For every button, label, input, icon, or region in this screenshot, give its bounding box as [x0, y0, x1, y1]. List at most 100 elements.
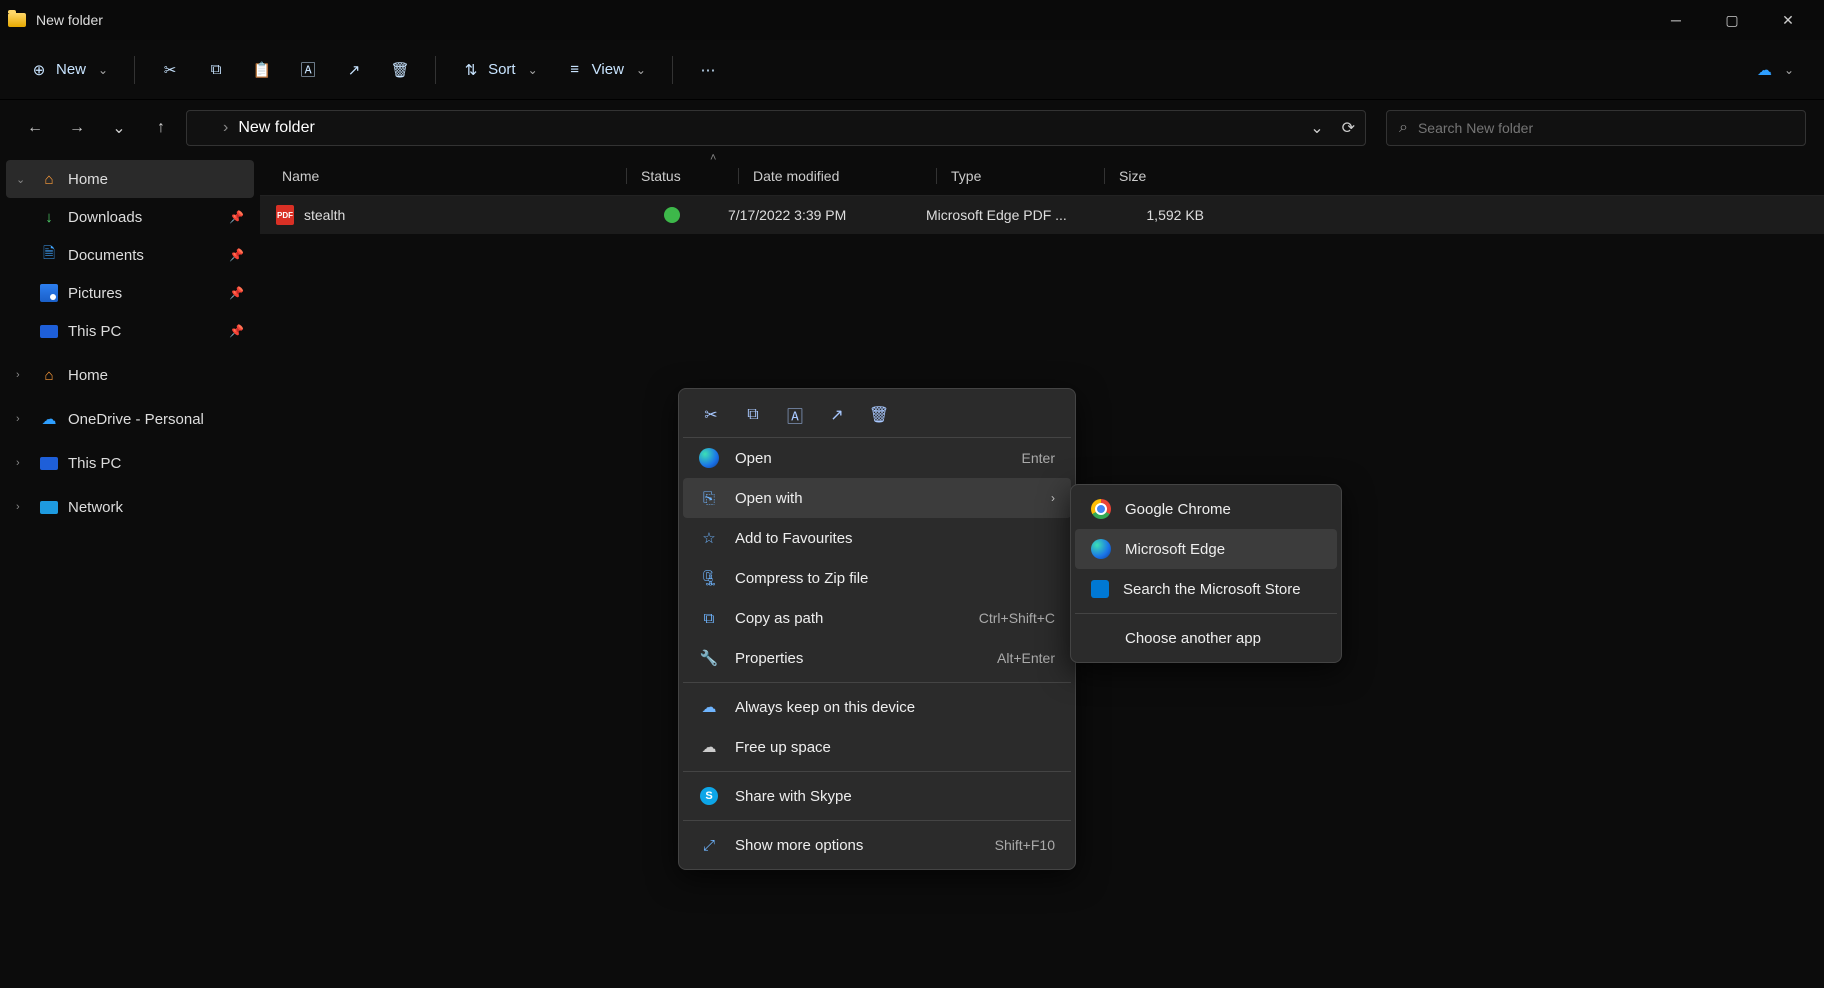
sidebar-item-label: Documents: [68, 247, 144, 264]
ctx-open[interactable]: Open Enter: [683, 438, 1071, 478]
close-button[interactable]: ✕: [1760, 0, 1816, 40]
ctx-copy-path[interactable]: ⧉ Copy as path Ctrl+Shift+C: [683, 598, 1071, 638]
breadcrumb-location[interactable]: New folder: [238, 119, 314, 137]
separator: [683, 771, 1071, 772]
ctx-label: Properties: [735, 650, 803, 667]
search-input[interactable]: [1418, 120, 1793, 136]
file-size: 1,592 KB: [1094, 207, 1204, 223]
minimize-button[interactable]: ─: [1648, 0, 1704, 40]
chevron-down-icon[interactable]: ⌄: [1310, 118, 1323, 138]
rename-icon: 🄰: [299, 61, 317, 79]
ctx-label: Compress to Zip file: [735, 570, 868, 587]
share-button[interactable]: ↗: [825, 403, 849, 427]
search-box[interactable]: ⌕: [1386, 110, 1806, 146]
ctx-keep-device[interactable]: ☁ Always keep on this device: [683, 687, 1071, 727]
sort-indicator-icon: ˄: [710, 152, 716, 164]
file-name: stealth: [304, 207, 345, 223]
sidebar-item-thispc[interactable]: › This PC: [6, 444, 254, 482]
column-date[interactable]: Date modified: [738, 168, 936, 184]
toolbar: ⊕ New ⌄ ✂ ⧉ 📋 🄰 ↗ 🗑 ⇅ Sort ⌄ ≡ View ⌄ ⋯ …: [0, 40, 1824, 100]
sidebar-item-label: This PC: [68, 455, 121, 472]
sidebar-item-label: Pictures: [68, 285, 122, 302]
column-name[interactable]: Name: [276, 168, 626, 184]
new-button[interactable]: ⊕ New ⌄: [18, 50, 120, 90]
forward-button[interactable]: →: [60, 111, 94, 145]
sidebar-item-thispc-quick[interactable]: This PC 📌: [6, 312, 254, 350]
paste-button[interactable]: 📋: [241, 50, 283, 90]
sidebar-item-label: OneDrive - Personal: [68, 411, 204, 428]
pdf-icon: PDF: [276, 205, 294, 225]
cut-button[interactable]: ✂: [149, 50, 191, 90]
wrench-icon: 🔧: [699, 649, 719, 667]
navigation-row: ← → ⌄ ↑ › New folder ⌄ ⟳ ⌕: [0, 100, 1824, 156]
sort-button[interactable]: ⇅ Sort ⌄: [450, 50, 550, 90]
window-title: New folder: [36, 12, 103, 28]
delete-button[interactable]: 🗑: [379, 50, 421, 90]
ctx-shortcut: Enter: [1022, 450, 1055, 466]
share-button[interactable]: ↗: [333, 50, 375, 90]
sidebar-item-label: This PC: [68, 323, 121, 340]
submenu-edge[interactable]: Microsoft Edge: [1075, 529, 1337, 569]
submenu-store[interactable]: Search the Microsoft Store: [1075, 569, 1337, 609]
sidebar-item-documents[interactable]: 🗎 Documents 📌: [6, 236, 254, 274]
sidebar-item-downloads[interactable]: ↓ Downloads 📌: [6, 198, 254, 236]
ctx-free-space[interactable]: ☁ Free up space: [683, 727, 1071, 767]
trash-icon: 🗑: [391, 61, 409, 79]
separator: [683, 820, 1071, 821]
pc-icon: [40, 325, 58, 338]
copy-button[interactable]: ⧉: [195, 50, 237, 90]
column-status[interactable]: Status: [626, 168, 738, 184]
cut-button[interactable]: ✂: [699, 403, 723, 427]
delete-button[interactable]: 🗑: [867, 403, 891, 427]
column-size[interactable]: Size: [1104, 168, 1214, 184]
home-icon: ⌂: [40, 366, 58, 384]
maximize-button[interactable]: ▢: [1704, 0, 1760, 40]
pin-icon: 📌: [229, 248, 244, 262]
back-button[interactable]: ←: [18, 111, 52, 145]
refresh-button[interactable]: ⟳: [1342, 118, 1355, 138]
submenu-chrome[interactable]: Google Chrome: [1075, 489, 1337, 529]
ctx-shortcut: Alt+Enter: [997, 650, 1055, 666]
submenu-choose-app[interactable]: Choose another app: [1075, 618, 1337, 658]
separator: [683, 682, 1071, 683]
column-type[interactable]: Type: [936, 168, 1104, 184]
ctx-properties[interactable]: 🔧 Properties Alt+Enter: [683, 638, 1071, 678]
cloud-button[interactable]: ☁⌄: [1745, 50, 1806, 90]
sidebar-item-onedrive[interactable]: › ☁ OneDrive - Personal: [6, 400, 254, 438]
sidebar-item-label: Home: [68, 367, 108, 384]
folder-icon: [8, 13, 26, 27]
ctx-favourites[interactable]: ☆ Add to Favourites: [683, 518, 1071, 558]
sidebar-item-home-group[interactable]: › ⌂ Home: [6, 356, 254, 394]
sidebar-item-network[interactable]: › Network: [6, 488, 254, 526]
ctx-more-options[interactable]: ⤢ Show more options Shift+F10: [683, 825, 1071, 865]
blank-icon: [1091, 628, 1111, 648]
rename-button[interactable]: 🄰: [783, 403, 807, 427]
ctx-label: Share with Skype: [735, 788, 852, 805]
ctx-zip[interactable]: 🗜 Compress to Zip file: [683, 558, 1071, 598]
onedrive-icon: ☁: [40, 410, 58, 428]
title-bar: New folder ─ ▢ ✕: [0, 0, 1824, 40]
up-button[interactable]: ↑: [144, 111, 178, 145]
open-with-submenu: Google Chrome Microsoft Edge Search the …: [1070, 484, 1342, 663]
status-synced-icon: [664, 207, 680, 223]
view-button[interactable]: ≡ View ⌄: [554, 50, 658, 90]
ctx-skype[interactable]: S Share with Skype: [683, 776, 1071, 816]
copy-icon: ⧉: [207, 61, 225, 79]
file-row[interactable]: PDF stealth 7/17/2022 3:39 PM Microsoft …: [260, 196, 1824, 234]
folder-icon: [197, 122, 213, 134]
address-bar[interactable]: › New folder ⌄ ⟳: [186, 110, 1366, 146]
rename-button[interactable]: 🄰: [287, 50, 329, 90]
pin-icon: 📌: [229, 286, 244, 300]
sidebar-item-label: Home: [68, 171, 108, 188]
edge-icon: [1091, 539, 1111, 559]
history-dropdown[interactable]: ⌄: [102, 111, 136, 145]
cloud-icon: ☁: [699, 738, 719, 756]
sidebar-item-pictures[interactable]: Pictures 📌: [6, 274, 254, 312]
ellipsis-icon: ⋯: [699, 61, 717, 79]
store-icon: [1091, 580, 1109, 598]
ctx-open-with[interactable]: ⎘ Open with ›: [683, 478, 1071, 518]
sidebar-item-home[interactable]: ⌄ ⌂ Home: [6, 160, 254, 198]
submenu-label: Choose another app: [1125, 630, 1261, 647]
more-button[interactable]: ⋯: [687, 50, 729, 90]
copy-button[interactable]: ⧉: [741, 403, 765, 427]
